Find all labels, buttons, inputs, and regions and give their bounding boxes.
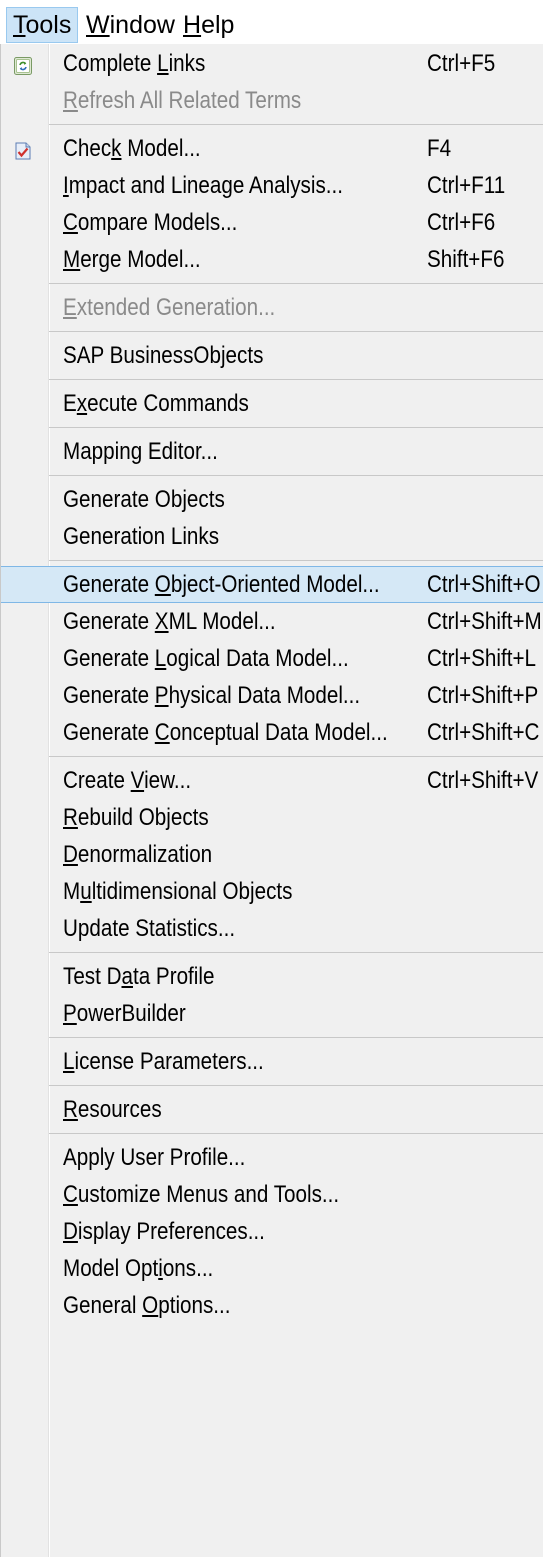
menu-item-generate-xml-model[interactable]: Generate XML Model... Ctrl+Shift+M xyxy=(1,603,543,640)
menu-tools[interactable]: Tools xyxy=(6,7,79,43)
menu-item-license-parameters[interactable]: License Parameters... xyxy=(1,1043,543,1080)
menu-separator xyxy=(1,1128,543,1139)
tools-dropdown-menu: Complete Links Ctrl+F5 Refresh All Relat… xyxy=(0,44,543,1557)
shortcut-label: Ctrl+F5 xyxy=(427,50,496,77)
menu-item-apply-user-profile[interactable]: Apply User Profile... xyxy=(1,1139,543,1176)
menu-item-rebuild-objects[interactable]: Rebuild Objects xyxy=(1,799,543,836)
menu-separator xyxy=(1,326,543,337)
menu-separator xyxy=(1,555,543,566)
menu-item-refresh-all-related-terms[interactable]: Refresh All Related Terms xyxy=(1,82,543,119)
refresh-links-icon xyxy=(14,54,32,75)
menu-item-generate-logical-data-model[interactable]: Generate Logical Data Model... Ctrl+Shif… xyxy=(1,640,543,677)
menu-item-generate-objects[interactable]: Generate Objects xyxy=(1,481,543,518)
menu-item-model-options[interactable]: Model Options... xyxy=(1,1250,543,1287)
menu-item-mapping-editor[interactable]: Mapping Editor... xyxy=(1,433,543,470)
menu-item-check-model[interactable]: Check Model... F4 xyxy=(1,130,543,167)
menu-item-powerbuilder[interactable]: PowerBuilder xyxy=(1,995,543,1032)
shortcut-label: Ctrl+F6 xyxy=(427,209,496,236)
menu-item-generate-object-oriented-model[interactable]: Generate Object-Oriented Model... Ctrl+S… xyxy=(1,566,543,603)
menu-separator xyxy=(1,374,543,385)
menu-item-execute-commands[interactable]: Execute Commands xyxy=(1,385,543,422)
menu-separator xyxy=(1,751,543,762)
menu-separator xyxy=(1,470,543,481)
shortcut-label: F4 xyxy=(427,135,452,162)
menu-item-multidimensional-objects[interactable]: Multidimensional Objects xyxy=(1,873,543,910)
shortcut-label: Ctrl+Shift+V xyxy=(427,767,539,794)
menu-help[interactable]: Help xyxy=(177,8,240,42)
menu-window[interactable]: Window xyxy=(80,8,181,42)
menu-item-display-preferences[interactable]: Display Preferences... xyxy=(1,1213,543,1250)
menu-item-compare-models[interactable]: Compare Models... Ctrl+F6 xyxy=(1,204,543,241)
menu-item-update-statistics[interactable]: Update Statistics... xyxy=(1,910,543,947)
menu-item-denormalization[interactable]: Denormalization xyxy=(1,836,543,873)
menu-item-generate-physical-data-model[interactable]: Generate Physical Data Model... Ctrl+Shi… xyxy=(1,677,543,714)
menu-item-resources[interactable]: Resources xyxy=(1,1091,543,1128)
menu-separator xyxy=(1,119,543,130)
shortcut-label: Ctrl+Shift+M xyxy=(427,608,542,635)
shortcut-label: Ctrl+Shift+P xyxy=(427,682,539,709)
menu-item-generation-links[interactable]: Generation Links xyxy=(1,518,543,555)
check-model-icon xyxy=(14,139,32,160)
menu-item-sap-businessobjects[interactable]: SAP BusinessObjects xyxy=(1,337,543,374)
menu-separator xyxy=(1,278,543,289)
menu-item-general-options[interactable]: General Options... xyxy=(1,1287,543,1324)
application-window: Tools Window Help Complete Links Ctrl+F5… xyxy=(0,0,543,1557)
menu-item-merge-model[interactable]: Merge Model... Shift+F6 xyxy=(1,241,543,278)
shortcut-label: Ctrl+Shift+L xyxy=(427,645,536,672)
shortcut-label: Ctrl+F11 xyxy=(427,172,506,199)
menu-item-test-data-profile[interactable]: Test Data Profile xyxy=(1,958,543,995)
menu-items: Complete Links Ctrl+F5 Refresh All Relat… xyxy=(1,44,543,1324)
menu-item-generate-conceptual-data-model[interactable]: Generate Conceptual Data Model... Ctrl+S… xyxy=(1,714,543,751)
menu-item-impact-lineage-analysis[interactable]: Impact and Lineage Analysis... Ctrl+F11 xyxy=(1,167,543,204)
menu-item-create-view[interactable]: Create View... Ctrl+Shift+V xyxy=(1,762,543,799)
menu-separator xyxy=(1,1080,543,1091)
shortcut-label: Ctrl+Shift+C xyxy=(427,719,540,746)
menu-item-customize-menus-and-tools[interactable]: Customize Menus and Tools... xyxy=(1,1176,543,1213)
menu-item-extended-generation[interactable]: Extended Generation... xyxy=(1,289,543,326)
menu-bar: Tools Window Help xyxy=(0,0,543,44)
menu-separator xyxy=(1,422,543,433)
menu-item-complete-links[interactable]: Complete Links Ctrl+F5 xyxy=(1,45,543,82)
menu-separator xyxy=(1,1032,543,1043)
menu-separator xyxy=(1,947,543,958)
shortcut-label: Shift+F6 xyxy=(427,246,505,273)
shortcut-label: Ctrl+Shift+O xyxy=(427,571,541,598)
